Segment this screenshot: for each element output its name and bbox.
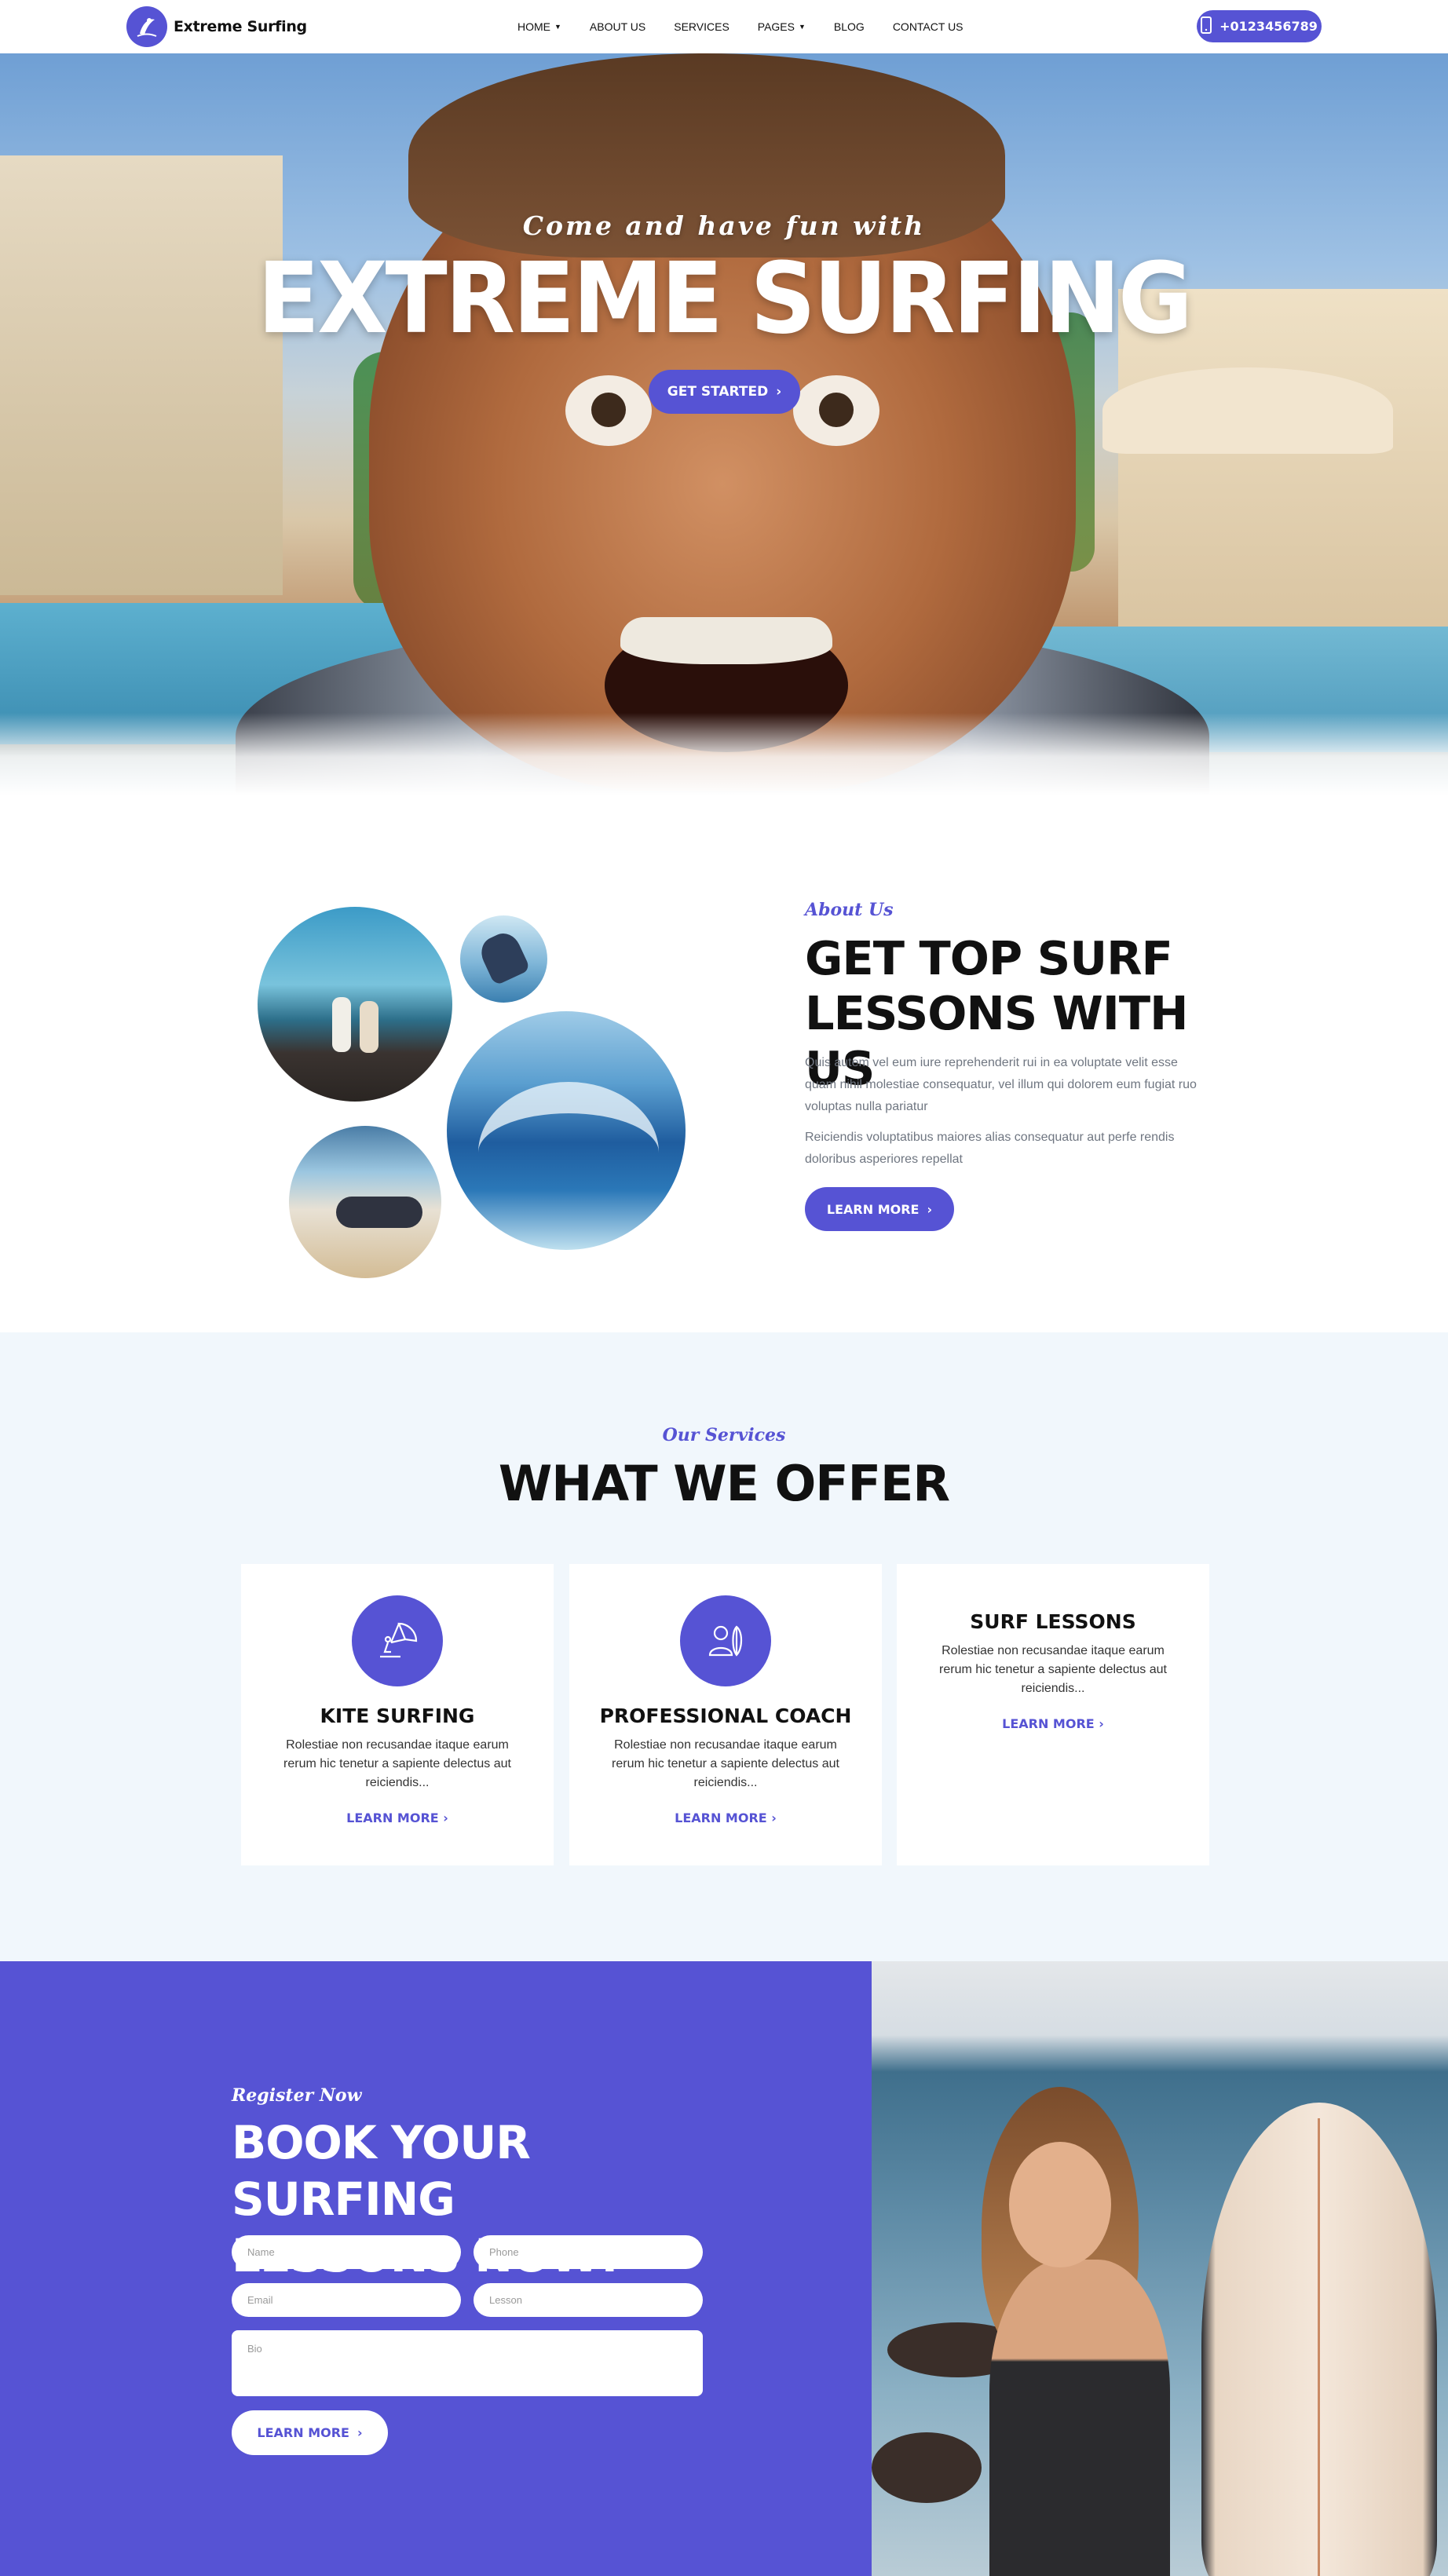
chevron-right-icon: › [357, 2425, 363, 2440]
button-label: LEARN MORE [826, 1201, 920, 1217]
about-photo-surfer-small [460, 915, 547, 1003]
button-label: LEARN MORE [257, 2425, 349, 2440]
phone-number: +0123456789 [1219, 19, 1318, 34]
phone-field[interactable] [474, 2235, 703, 2269]
service-card-title: SURF LESSONS [970, 1610, 1136, 1633]
service-learn-more-link[interactable]: LEARN MORE › [569, 1811, 882, 1825]
service-learn-more-link[interactable]: LEARN MORE › [241, 1811, 554, 1825]
chevron-right-icon: › [1099, 1716, 1104, 1731]
phone-button[interactable]: +0123456789 [1197, 10, 1322, 42]
menu-label: CONTACT US [892, 20, 964, 33]
chevron-right-icon: › [443, 1811, 448, 1825]
service-card: SURF LESSONS Rolestiae non recusandae it… [897, 1564, 1209, 1865]
service-card: KITE SURFING Rolestiae non recusandae it… [241, 1564, 554, 1865]
chevron-down-icon: ▼ [554, 23, 561, 31]
about-photo-wave-surfer [447, 1011, 686, 1250]
hero-surfer-eye [565, 375, 652, 446]
woman-face [1009, 2142, 1111, 2267]
menu-item-about-us[interactable]: ABOUT US [590, 20, 645, 33]
menu-label: PAGES [757, 20, 795, 33]
about-photo-surfers-on-beach [289, 1126, 441, 1278]
hero-background-umbrella [1102, 367, 1393, 454]
service-card-description: Rolestiae non recusandae itaque earum re… [283, 1738, 511, 1789]
about-title-line: GET TOP SURF [805, 931, 1173, 985]
get-started-button[interactable]: GET STARTED › [649, 370, 800, 414]
hero-kicker: Come and have fun with [522, 210, 926, 241]
hero-title: EXTREME SURFING [257, 241, 1193, 356]
hero-surfer-teeth [620, 617, 832, 664]
woman-body [989, 2260, 1170, 2576]
hero-surfer-eye [793, 375, 879, 446]
service-card-description: Rolestiae non recusandae itaque earum re… [939, 1644, 1167, 1695]
menu-label: BLOG [833, 20, 865, 33]
about-learn-more-button[interactable]: LEARN MORE › [805, 1187, 954, 1231]
surfer-logo-icon [126, 6, 167, 47]
services-title: WHAT WE OFFER [498, 1455, 950, 1512]
bio-textarea[interactable] [232, 2330, 703, 2396]
service-learn-more-link[interactable]: LEARN MORE › [897, 1716, 1209, 1731]
chevron-right-icon: › [771, 1811, 777, 1825]
menu-item-home[interactable]: HOME ▼ [517, 20, 561, 33]
chevron-down-icon: ▼ [798, 23, 806, 31]
hero-section: Come and have fun with EXTREME SURFING G… [0, 53, 1448, 807]
register-kicker: Register Now [232, 2085, 362, 2106]
button-label: GET STARTED [667, 384, 769, 400]
menu-item-blog[interactable]: BLOG [834, 20, 865, 33]
menu-item-services[interactable]: SERVICES [674, 20, 729, 33]
mobile-phone-icon [1201, 16, 1212, 37]
about-paragraph: Quis autem vel eum iure reprehenderit ru… [805, 1056, 1197, 1113]
link-label: LEARN MORE [1002, 1716, 1095, 1731]
service-card-title: PROFESSIONAL COACH [599, 1705, 852, 1727]
kite-surfer-icon [352, 1595, 443, 1686]
rock [872, 2432, 982, 2503]
chevron-right-icon: › [776, 384, 782, 400]
service-card-title: KITE SURFING [320, 1705, 475, 1727]
surfboard-stringer [1318, 2118, 1320, 2576]
register-title-line: BOOK YOUR SURFING [232, 2116, 531, 2226]
lesson-field[interactable] [474, 2283, 703, 2317]
chevron-right-icon: › [927, 1201, 933, 1217]
menu-label: ABOUT US [589, 20, 646, 33]
about-paragraph: Reiciendis voluptatibus maiores alias co… [805, 1131, 1175, 1166]
main-menu: HOME ▼ ABOUT US SERVICES PAGES ▼ BLOG CONT… [517, 0, 964, 53]
menu-label: SERVICES [674, 20, 729, 33]
service-card-description: Rolestiae non recusandae itaque earum re… [612, 1738, 839, 1789]
top-navigation: Extreme Surfing HOME ▼ ABOUT US SERVICES … [0, 0, 1448, 53]
about-photo-surfers-on-rocks [258, 907, 452, 1102]
woman-with-surfboard-photo [872, 1961, 1448, 2576]
link-label: LEARN MORE [346, 1811, 439, 1825]
menu-item-contact-us[interactable]: CONTACT US [893, 20, 964, 33]
email-field[interactable] [232, 2283, 461, 2317]
services-kicker: Our Services [662, 1425, 786, 1445]
site-logo[interactable]: Extreme Surfing [126, 6, 307, 47]
logo-text: Extreme Surfing [174, 18, 307, 35]
name-field[interactable] [232, 2235, 461, 2269]
menu-label: HOME [517, 20, 550, 33]
coach-with-surfboard-icon [680, 1595, 771, 1686]
register-learn-more-button[interactable]: LEARN MORE › [232, 2410, 388, 2455]
about-kicker: About Us [805, 900, 894, 920]
menu-item-pages[interactable]: PAGES ▼ [758, 20, 806, 33]
service-card: PROFESSIONAL COACH Rolestiae non recusan… [569, 1564, 882, 1865]
link-label: LEARN MORE [675, 1811, 767, 1825]
water-splash-divider [0, 713, 1448, 807]
